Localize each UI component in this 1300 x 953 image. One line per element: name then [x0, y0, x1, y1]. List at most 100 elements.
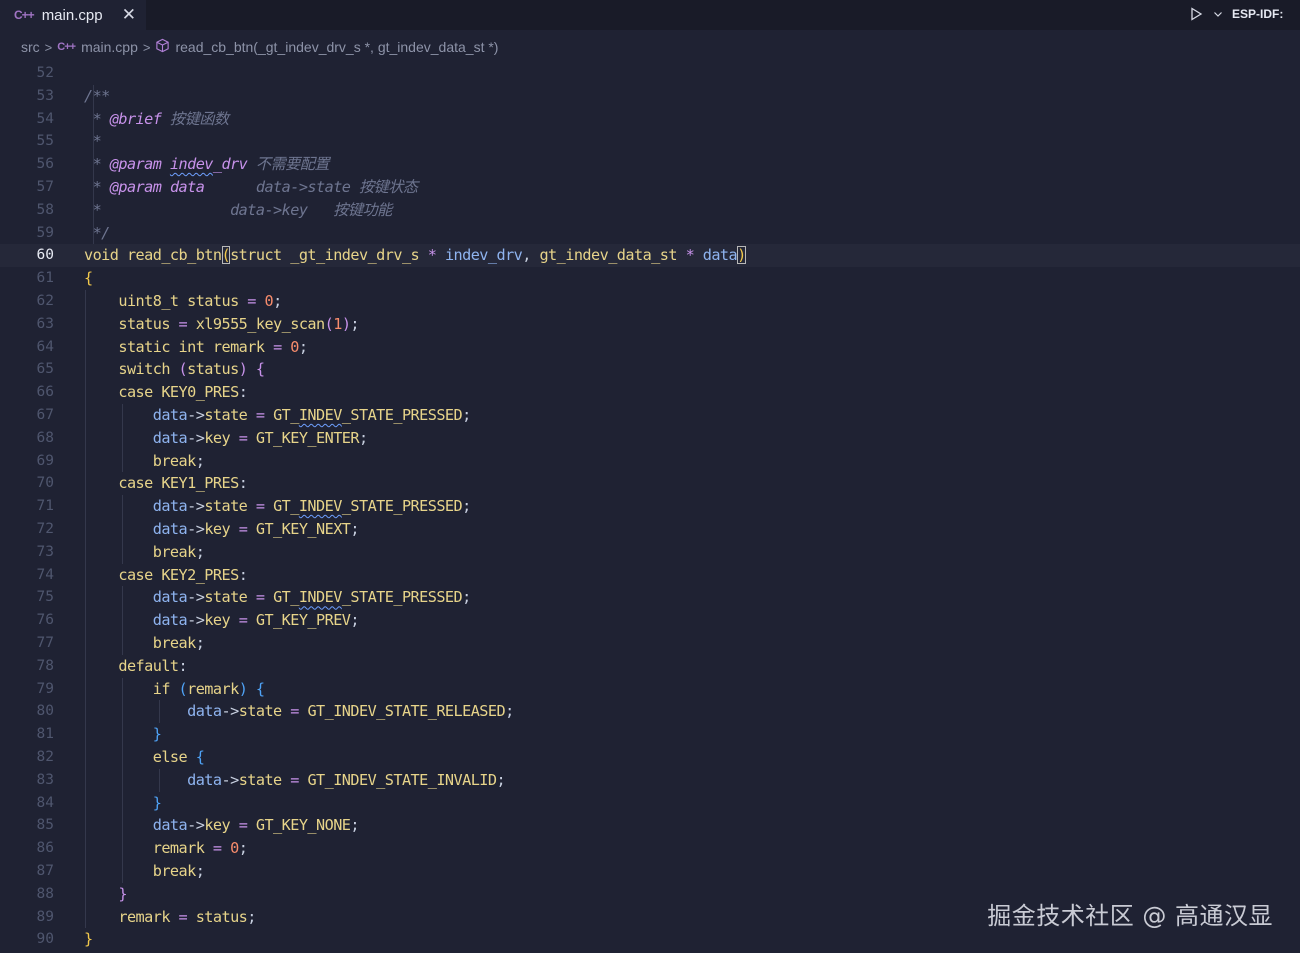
code-line[interactable]: 78 default:: [0, 655, 1300, 678]
code-line[interactable]: 85 data->key = GT_KEY_NONE;: [0, 814, 1300, 837]
code-token: _STATE_PRESSED: [341, 406, 463, 424]
code-line[interactable]: 70 case KEY1_PRES:: [0, 472, 1300, 495]
line-number[interactable]: 58: [0, 199, 54, 222]
line-number[interactable]: 69: [0, 450, 54, 473]
code-token: =: [238, 816, 248, 835]
code-line[interactable]: 80 data->state = GT_INDEV_STATE_RELEASED…: [0, 700, 1300, 723]
line-number[interactable]: 77: [0, 632, 54, 655]
code-line[interactable]: 55 *: [0, 130, 1300, 153]
code-line[interactable]: 53 /**: [0, 85, 1300, 108]
line-number[interactable]: 73: [0, 541, 54, 564]
code-line[interactable]: 54 * @brief 按键函数: [0, 108, 1300, 131]
line-number[interactable]: 60: [0, 244, 54, 267]
code-line[interactable]: 62 uint8_t status = 0;: [0, 290, 1300, 313]
line-number[interactable]: 66: [0, 381, 54, 404]
breadcrumb-symbol[interactable]: read_cb_btn(_gt_indev_drv_s *, gt_indev_…: [175, 39, 498, 55]
tab-main-cpp[interactable]: C++ main.cpp ✕: [0, 0, 146, 30]
code-line[interactable]: 79 if (remark) {: [0, 678, 1300, 701]
code-line[interactable]: 82 else {: [0, 746, 1300, 769]
code-token: INDEV: [298, 497, 343, 516]
chevron-down-icon[interactable]: [1212, 8, 1224, 20]
line-number[interactable]: 55: [0, 130, 54, 153]
code-line[interactable]: 52: [0, 62, 1300, 85]
line-number[interactable]: 82: [0, 746, 54, 769]
line-number[interactable]: 76: [0, 609, 54, 632]
code-line[interactable]: 59 */: [0, 222, 1300, 245]
code-token: else: [152, 748, 188, 766]
line-number[interactable]: 74: [0, 564, 54, 587]
code-editor[interactable]: 52 53/** 54 * @brief 按键函数 55 * 56 * @param i…: [0, 62, 1300, 953]
code-line[interactable]: 87 break;: [0, 860, 1300, 883]
line-number[interactable]: 83: [0, 769, 54, 792]
line-number[interactable]: 89: [0, 906, 54, 929]
breadcrumb-folder[interactable]: src: [21, 39, 40, 55]
code-line[interactable]: 64 static int remark = 0;: [0, 336, 1300, 359]
line-number[interactable]: 87: [0, 860, 54, 883]
code-line[interactable]: 61 {: [0, 267, 1300, 290]
line-number[interactable]: 86: [0, 837, 54, 860]
line-number[interactable]: 85: [0, 814, 54, 837]
esp-idf-label[interactable]: ESP-IDF:: [1232, 7, 1298, 21]
line-number[interactable]: 59: [0, 222, 54, 245]
code-line[interactable]: 86 remark = 0;: [0, 837, 1300, 860]
code-line[interactable]: 81 }: [0, 723, 1300, 746]
code-line[interactable]: 68 data->key = GT_KEY_ENTER;: [0, 427, 1300, 450]
line-number[interactable]: 65: [0, 358, 54, 381]
line-number[interactable]: 72: [0, 518, 54, 541]
code-line[interactable]: 56 * @param indev_drv 不需要配置: [0, 153, 1300, 176]
code-line[interactable]: 76 data->key = GT_KEY_PREV;: [0, 609, 1300, 632]
code-token: indev_drv: [444, 246, 523, 265]
line-number[interactable]: 54: [0, 108, 54, 131]
line-number[interactable]: 88: [0, 883, 54, 906]
code-line[interactable]: 71 data->state = GT_INDEV_STATE_PRESSED;: [0, 495, 1300, 518]
code-line[interactable]: 60 void read_cb_btn(struct _gt_indev_drv_…: [0, 244, 1300, 268]
line-number[interactable]: 67: [0, 404, 54, 427]
code-line[interactable]: 57 * @param data data->state 按键状态: [0, 176, 1300, 199]
code-line[interactable]: 90}: [0, 928, 1300, 951]
code-token: ;: [462, 497, 471, 516]
code-line[interactable]: 72 data->key = GT_KEY_NEXT;: [0, 518, 1300, 541]
code-line[interactable]: 63 status = xl9555_key_scan(1);: [0, 313, 1300, 336]
line-number[interactable]: 56: [0, 153, 54, 176]
line-number[interactable]: 63: [0, 313, 54, 336]
breadcrumb-file[interactable]: main.cpp: [81, 39, 138, 55]
code-line[interactable]: 67 data->state = GT_INDEV_STATE_PRESSED;: [0, 404, 1300, 427]
line-number[interactable]: 75: [0, 586, 54, 609]
code-line[interactable]: 73 break;: [0, 541, 1300, 564]
line-number[interactable]: 61: [0, 267, 54, 290]
code-line[interactable]: 69 break;: [0, 450, 1300, 473]
line-number[interactable]: 57: [0, 176, 54, 199]
code-token: }: [84, 930, 93, 949]
code-token: */: [84, 223, 111, 242]
code-line[interactable]: 66 case KEY0_PRES:: [0, 381, 1300, 404]
code-token: GT_: [273, 588, 299, 607]
code-line[interactable]: 77 break;: [0, 632, 1300, 655]
code-line[interactable]: 84 }: [0, 792, 1300, 815]
line-number[interactable]: 71: [0, 495, 54, 518]
line-number[interactable]: 80: [0, 700, 54, 723]
code-token: =: [212, 839, 222, 858]
line-number[interactable]: 78: [0, 655, 54, 678]
line-number[interactable]: 79: [0, 678, 54, 701]
line-number[interactable]: 81: [0, 723, 54, 746]
close-icon[interactable]: ✕: [122, 5, 136, 25]
line-number[interactable]: 70: [0, 472, 54, 495]
line-number[interactable]: 84: [0, 792, 54, 815]
line-number[interactable]: 90: [0, 928, 54, 951]
code-line[interactable]: 75 data->state = GT_INDEV_STATE_PRESSED;: [0, 586, 1300, 609]
line-number[interactable]: 53: [0, 85, 54, 108]
code-line[interactable]: 74 case KEY2_PRES:: [0, 564, 1300, 587]
code-line[interactable]: 65 switch (status) {: [0, 358, 1300, 381]
code-line[interactable]: 83 data->state = GT_INDEV_STATE_INVALID;: [0, 769, 1300, 792]
play-icon[interactable]: [1188, 6, 1204, 22]
code-line[interactable]: 58 * data->key 按键功能: [0, 199, 1300, 222]
line-number[interactable]: 52: [0, 62, 54, 85]
line-number[interactable]: 64: [0, 336, 54, 359]
line-number[interactable]: 68: [0, 427, 54, 450]
line-number[interactable]: 62: [0, 290, 54, 313]
